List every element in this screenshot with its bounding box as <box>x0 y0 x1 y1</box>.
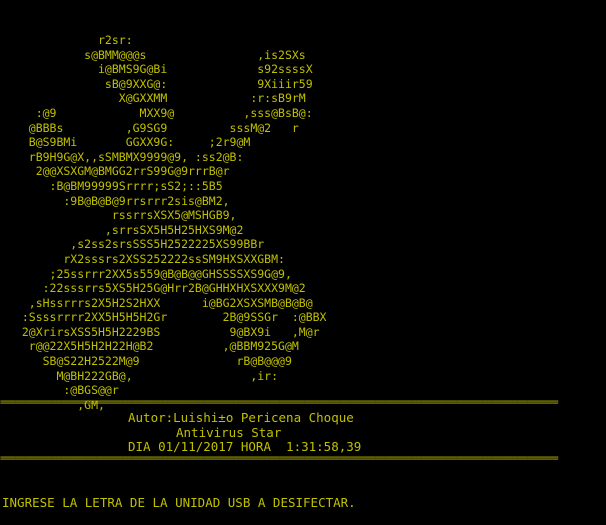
ascii-art-line: sB@9XXG@: 9Xiiir59 <box>8 76 313 91</box>
ascii-art-line: rB9H9G@X,,sSMBMX9999@9, :ss2@B: <box>8 149 244 164</box>
ascii-art-line: M@BH222GB@, ,ir: <box>8 368 279 383</box>
ascii-art-line: ,srrsSX5H5H25HXS9M@2 <box>8 222 244 237</box>
separator-top: ========================================… <box>0 397 559 408</box>
ascii-art-logo: r2sr: s@BMM@@@s ,is2SXs i@BMS9G@Bi s92ss… <box>8 33 327 412</box>
ascii-art-line: :@BGS@@r <box>8 383 119 398</box>
ascii-art-line: s@BMM@@@s ,is2SXs <box>8 47 306 62</box>
ascii-art-line: B@S9BMi GGXX9G: ;2r9@M <box>8 135 251 150</box>
ascii-art-line: 2@XrirsXSS5H5H2229BS 9@BX9i ,M@r <box>8 324 320 339</box>
ascii-art-line: rX2sssrs2XSS252222ssSM9HXSXXGBM: <box>8 251 285 266</box>
ascii-art-line: r@@22X5H5H2H22H@B2 ,@BBM925G@M <box>8 339 299 354</box>
ascii-art-line: ,sHssrrrs2X5H2S2HXX i@BG2XSXSMB@B@B@ <box>8 295 313 310</box>
separator-bottom: ========================================… <box>0 453 559 464</box>
ascii-art-line: ,s2ss2srsSSS5H2522225XS99BBr <box>8 237 265 252</box>
ascii-art-line: SB@S22H2522M@9 rB@B@@@9 <box>8 354 292 369</box>
app-name: Antivirus Star <box>176 424 282 440</box>
ascii-art-line: :Ssssrrrr2XX5H5H5H2Gr 2B@9SSGr :@BBX <box>8 310 327 325</box>
info-block: Autor:Luishi±o Pericena Choque Antivirus… <box>0 410 606 455</box>
console-window[interactable]: r2sr: s@BMM@@@s ,is2SXs i@BMS9G@Bi s92ss… <box>0 0 606 525</box>
author-line: Autor:Luishi±o Pericena Choque <box>128 410 354 425</box>
ascii-art-line: :B@BM99999Srrrr;sS2;::5B5 <box>8 178 223 193</box>
ascii-art-line: i@BMS9G@Bi s92ssssX <box>8 62 313 77</box>
ascii-art-line: rssrrsXSX5@MSHGB9, <box>8 208 237 223</box>
ascii-art-line: X@GXXMM :r:sB9rM <box>8 91 306 106</box>
ascii-art-line: :@9 MXX9@ ,sss@BsB@: <box>8 105 313 120</box>
input-prompt[interactable]: INGRESE LA LETRA DE LA UNIDAD USB A DESI… <box>2 495 356 510</box>
ascii-art-line: :9B@B@B@9rrsrrr2sis@BM2, <box>8 193 230 208</box>
ascii-art-line: r2sr: <box>8 33 133 47</box>
ascii-art-line: ;25ssrrr2XX5s559@B@B@@GHSSSSXS9G@9, <box>8 266 292 281</box>
ascii-art-line: :22sssrrs5XS5H25G@Hrr2B@GHHXHXSXXX9M@2 <box>8 281 306 296</box>
ascii-art-line: 2@@XSXGM@BMGG2rrS99G@9rrrB@r <box>8 164 230 179</box>
ascii-art-line: @BBBs ,G9SG9 sssM@2 r <box>8 120 299 135</box>
